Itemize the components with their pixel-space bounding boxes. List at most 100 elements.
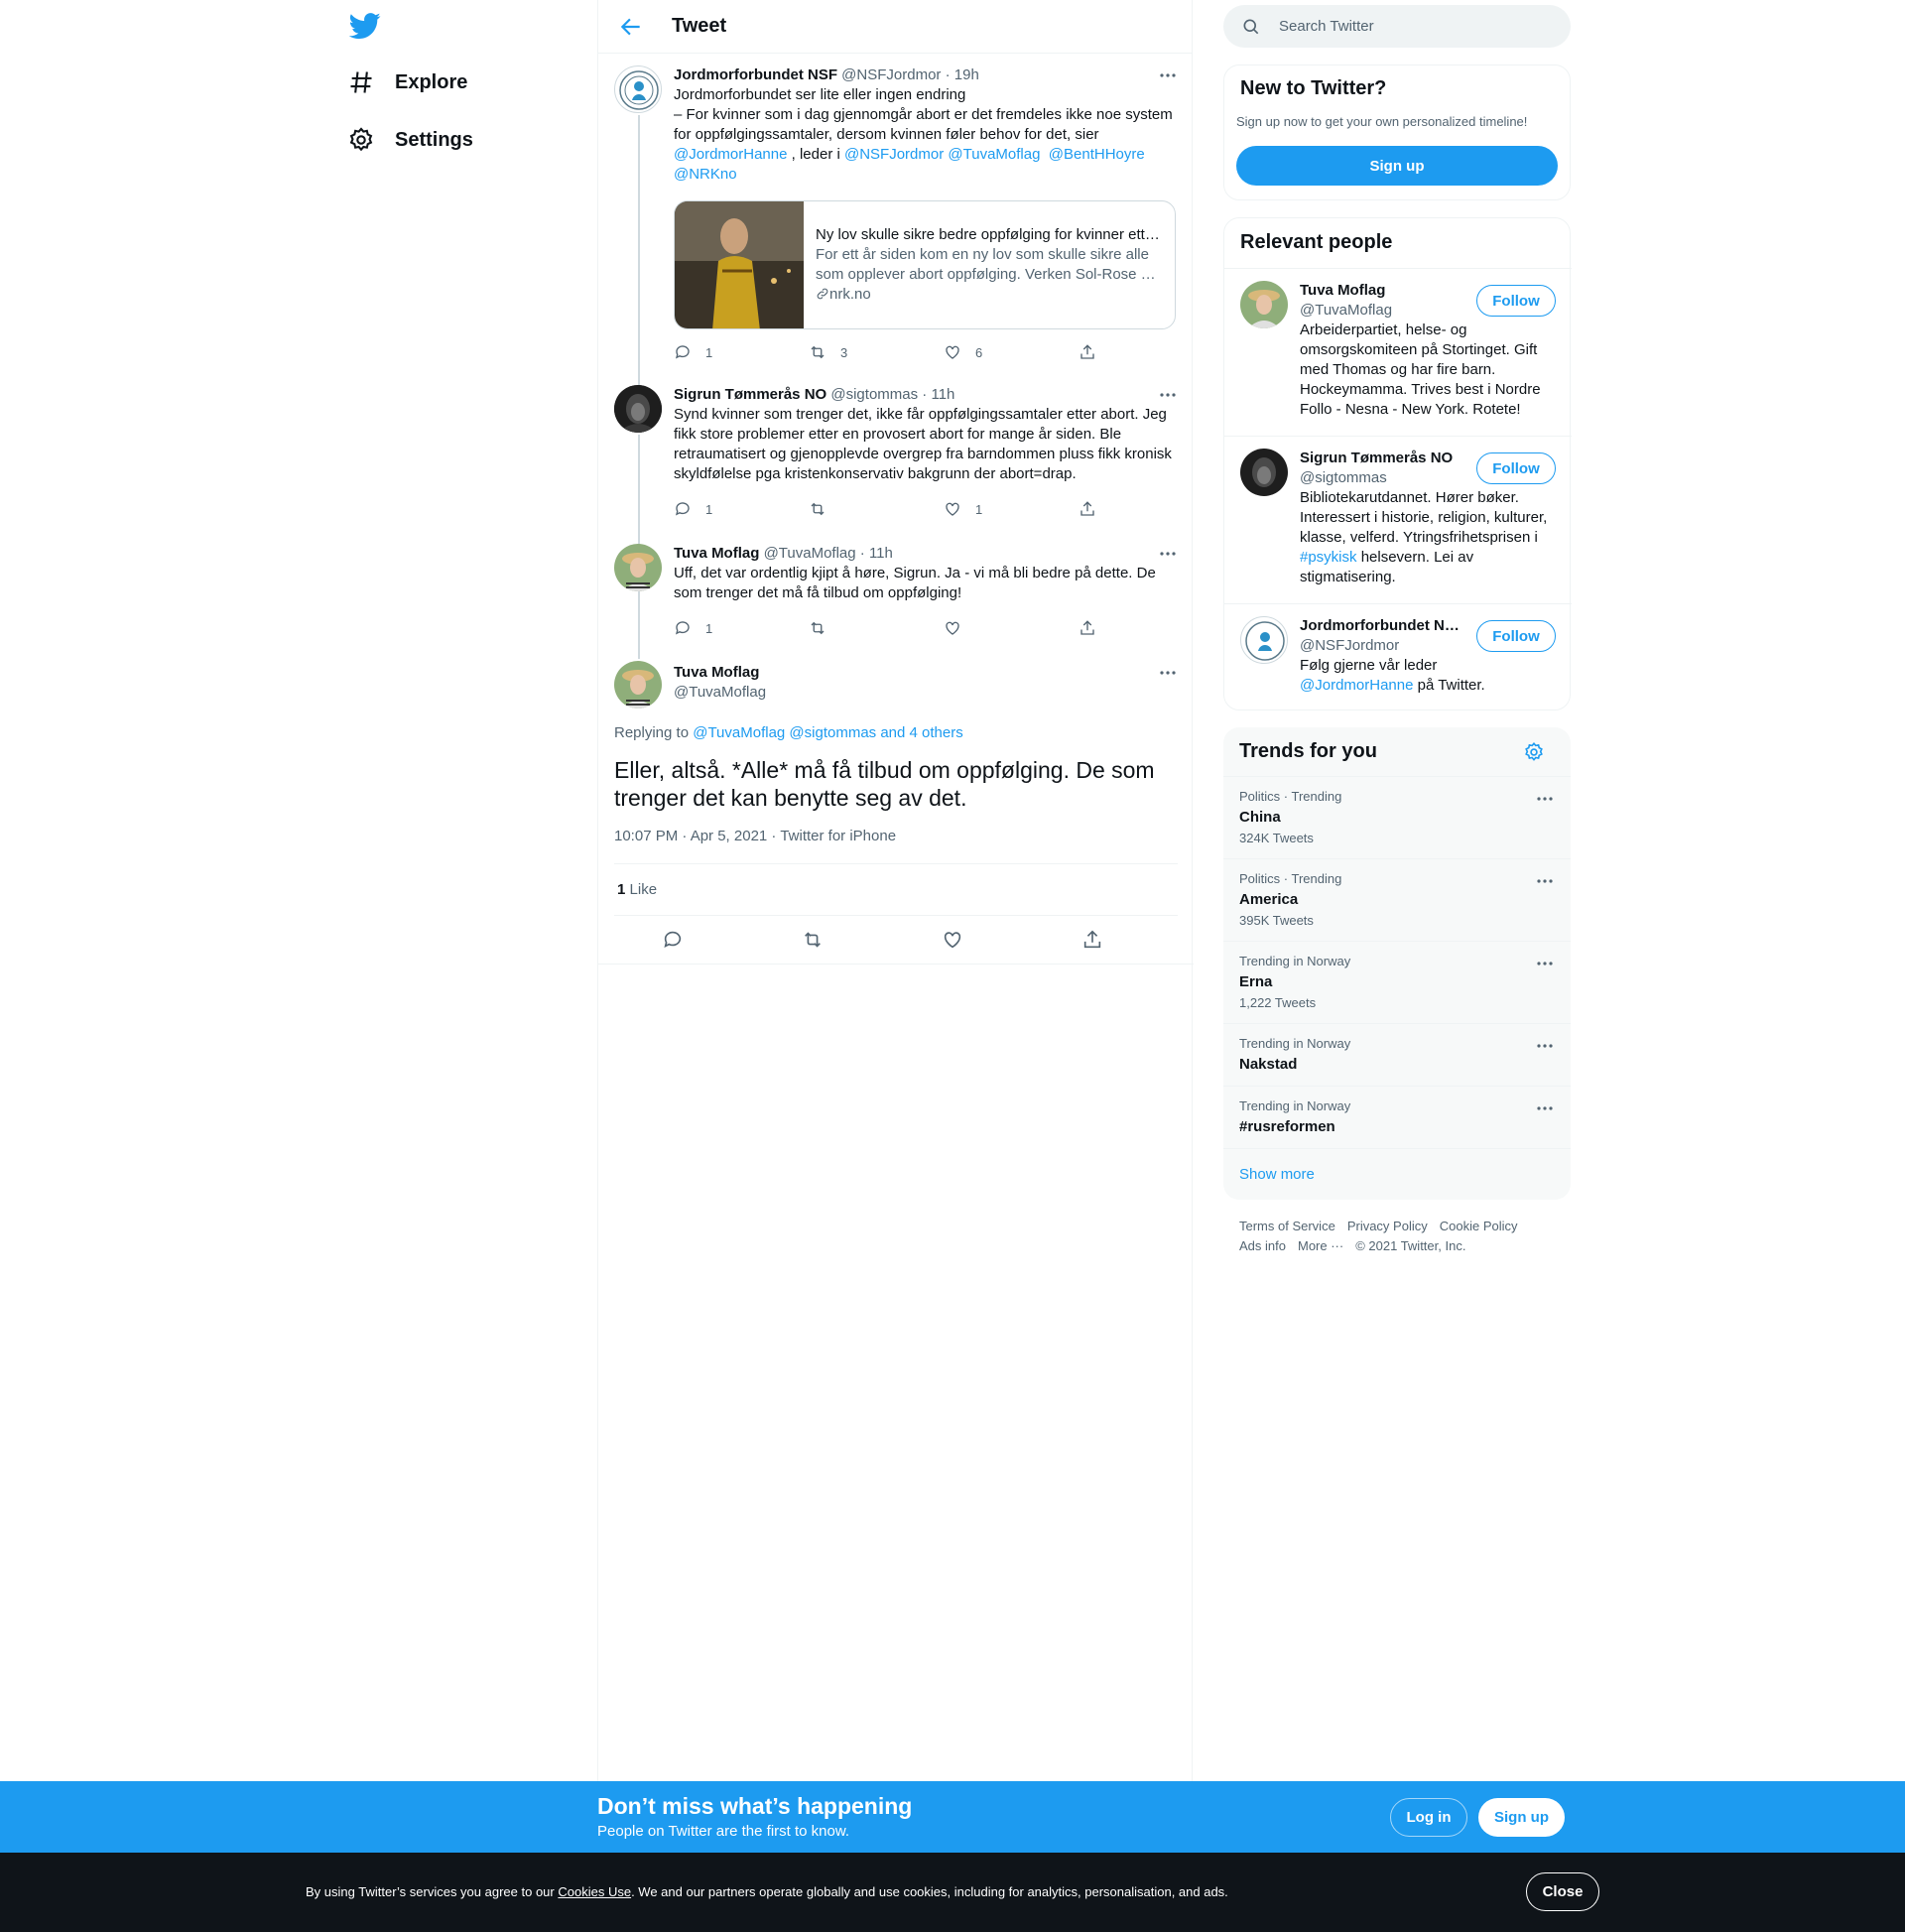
author-name[interactable]: Sigrun Tømmerås NO bbox=[674, 386, 826, 403]
person-handle[interactable]: @TuvaMoflag bbox=[1300, 301, 1488, 321]
reply-button[interactable]: 1 bbox=[674, 619, 712, 637]
search-input[interactable] bbox=[1279, 18, 1537, 35]
more-icon[interactable] bbox=[1535, 954, 1555, 973]
privacy-link[interactable]: Privacy Policy bbox=[1347, 1219, 1428, 1233]
tweet-time[interactable]: · 11h bbox=[922, 386, 954, 403]
heart-icon[interactable] bbox=[942, 929, 963, 951]
follow-button[interactable]: Follow bbox=[1476, 285, 1556, 317]
more-icon[interactable] bbox=[1535, 789, 1555, 809]
more-icon[interactable] bbox=[1158, 663, 1178, 683]
hashtag-link[interactable]: #psykisk bbox=[1300, 549, 1357, 566]
link-card[interactable]: Ny lov skulle sikre bedre oppfølging for… bbox=[674, 200, 1176, 329]
author-handle[interactable]: @sigtommas bbox=[830, 386, 918, 403]
mention-link[interactable]: @NSFJordmor bbox=[844, 146, 944, 163]
more-icon[interactable] bbox=[1158, 65, 1178, 85]
person-name[interactable]: Sigrun Tømmerås NO bbox=[1300, 449, 1488, 468]
like-stats[interactable]: 1 Like bbox=[617, 881, 657, 898]
trend-item[interactable]: Trending in Norway Nakstad bbox=[1223, 1023, 1571, 1086]
retweet-button[interactable]: 3 bbox=[809, 343, 847, 361]
back-arrow-icon[interactable] bbox=[618, 14, 644, 40]
person-item[interactable]: Jordmorforbundet N… @NSFJordmor Følg gje… bbox=[1224, 603, 1572, 710]
share-button[interactable] bbox=[1079, 343, 1110, 361]
more-icon[interactable] bbox=[1158, 385, 1178, 405]
person-name[interactable]: Tuva Moflag bbox=[1300, 281, 1488, 301]
mention-link[interactable]: @NRKno bbox=[674, 166, 737, 183]
person-name[interactable]: Jordmorforbundet N… bbox=[1300, 616, 1488, 636]
close-button[interactable]: Close bbox=[1526, 1872, 1599, 1911]
author-handle[interactable]: @NSFJordmor bbox=[841, 66, 941, 83]
follow-button[interactable]: Follow bbox=[1476, 620, 1556, 652]
share-icon bbox=[1080, 620, 1094, 635]
thread-tweet[interactable]: Sigrun Tømmerås NO @sigtommas · 11h Synd… bbox=[598, 373, 1194, 532]
retweet-button[interactable] bbox=[809, 500, 840, 518]
thread-tweet[interactable]: Jordmorforbundet NSF @NSFJordmor · 19h J… bbox=[598, 54, 1194, 373]
tweet-time[interactable]: · 19h bbox=[946, 66, 979, 83]
like-button[interactable] bbox=[944, 619, 975, 637]
person-item[interactable]: Sigrun Tømmerås NO @sigtommas Biblioteka… bbox=[1224, 436, 1572, 603]
banner-sign-up-button[interactable]: Sign up bbox=[1478, 1798, 1565, 1837]
sign-up-button[interactable]: Sign up bbox=[1236, 146, 1558, 186]
search-box[interactable] bbox=[1223, 5, 1571, 48]
avatar[interactable] bbox=[1240, 281, 1288, 328]
share-icon[interactable] bbox=[1081, 929, 1103, 951]
mention-link[interactable]: @TuvaMoflag bbox=[948, 146, 1040, 163]
follow-button[interactable]: Follow bbox=[1476, 452, 1556, 484]
trend-item[interactable]: Politics · Trending China 324K Tweets bbox=[1223, 776, 1571, 858]
panel-subtitle: Sign up now to get your own personalized… bbox=[1236, 114, 1528, 129]
trend-meta: Trending in Norway bbox=[1239, 1098, 1351, 1113]
more-icon[interactable] bbox=[1535, 1098, 1555, 1118]
ads-info-link[interactable]: Ads info bbox=[1239, 1238, 1286, 1253]
author-name[interactable]: Tuva Moflag bbox=[674, 545, 759, 562]
author-handle[interactable]: @TuvaMoflag bbox=[674, 683, 1178, 703]
retweet-button[interactable] bbox=[809, 619, 840, 637]
nav-settings[interactable]: Settings bbox=[343, 116, 477, 164]
nav-explore[interactable]: Explore bbox=[343, 59, 471, 106]
share-button[interactable] bbox=[1079, 619, 1110, 637]
avatar[interactable] bbox=[614, 385, 662, 433]
cookie-bar: By using Twitter’s services you agree to… bbox=[0, 1853, 1905, 1932]
tweet-text: Jordmorforbundet ser lite eller ingen en… bbox=[674, 85, 1178, 185]
avatar[interactable] bbox=[614, 65, 662, 113]
author-handle[interactable]: @TuvaMoflag bbox=[764, 545, 856, 562]
author-name[interactable]: Tuva Moflag bbox=[674, 663, 1178, 683]
like-button[interactable]: 1 bbox=[944, 500, 982, 518]
mention-link[interactable]: @JordmorHanne bbox=[1300, 677, 1413, 694]
reply-button[interactable]: 1 bbox=[674, 343, 712, 361]
more-icon[interactable] bbox=[1158, 544, 1178, 564]
gear-icon[interactable] bbox=[1523, 741, 1545, 763]
card-description: For ett år siden kom en ny lov som skull… bbox=[816, 246, 1149, 263]
show-more-link[interactable]: Show more bbox=[1239, 1166, 1315, 1183]
author-name[interactable]: Jordmorforbundet NSF bbox=[674, 66, 837, 83]
trend-item[interactable]: Trending in Norway Erna 1,222 Tweets bbox=[1223, 941, 1571, 1023]
mention-link[interactable]: @BentHHoyre bbox=[1049, 146, 1145, 163]
trend-item[interactable]: Trending in Norway #rusreformen bbox=[1223, 1086, 1571, 1148]
more-link[interactable]: More ··· bbox=[1298, 1238, 1343, 1253]
avatar[interactable] bbox=[614, 661, 662, 708]
tweet-timestamp[interactable]: 10:07 PM · Apr 5, 2021 · Twitter for iPh… bbox=[614, 828, 896, 844]
avatar-image bbox=[614, 661, 662, 708]
text-line: fikk store problemer etter en provosert … bbox=[674, 426, 1122, 443]
mention-link[interactable]: @JordmorHanne bbox=[674, 146, 787, 163]
avatar[interactable] bbox=[1240, 616, 1288, 664]
thread-tweet[interactable]: Tuva Moflag @TuvaMoflag · 11h Uff, det v… bbox=[598, 532, 1194, 649]
share-button[interactable] bbox=[1079, 500, 1110, 518]
avatar[interactable] bbox=[1240, 449, 1288, 496]
replying-users-link[interactable]: @TuvaMoflag @sigtommas and 4 others bbox=[693, 724, 963, 741]
cookies-use-link[interactable]: Cookies Use bbox=[558, 1884, 631, 1899]
person-item[interactable]: Tuva Moflag @TuvaMoflag Arbeiderpartiet,… bbox=[1224, 268, 1572, 436]
more-icon[interactable] bbox=[1535, 1036, 1555, 1056]
trend-item[interactable]: Politics · Trending America 395K Tweets bbox=[1223, 858, 1571, 941]
person-handle[interactable]: @NSFJordmor bbox=[1300, 636, 1488, 656]
person-handle[interactable]: @sigtommas bbox=[1300, 468, 1488, 488]
more-icon[interactable] bbox=[1535, 871, 1555, 891]
avatar[interactable] bbox=[614, 544, 662, 591]
terms-link[interactable]: Terms of Service bbox=[1239, 1219, 1335, 1233]
twitter-logo-icon[interactable] bbox=[347, 10, 383, 42]
cookie-policy-link[interactable]: Cookie Policy bbox=[1440, 1219, 1518, 1233]
reply-button[interactable]: 1 bbox=[674, 500, 712, 518]
like-button[interactable]: 6 bbox=[944, 343, 982, 361]
retweet-icon[interactable] bbox=[802, 929, 824, 951]
log-in-button[interactable]: Log in bbox=[1390, 1798, 1467, 1837]
reply-icon[interactable] bbox=[662, 929, 684, 951]
tweet-time[interactable]: · 11h bbox=[860, 545, 893, 562]
